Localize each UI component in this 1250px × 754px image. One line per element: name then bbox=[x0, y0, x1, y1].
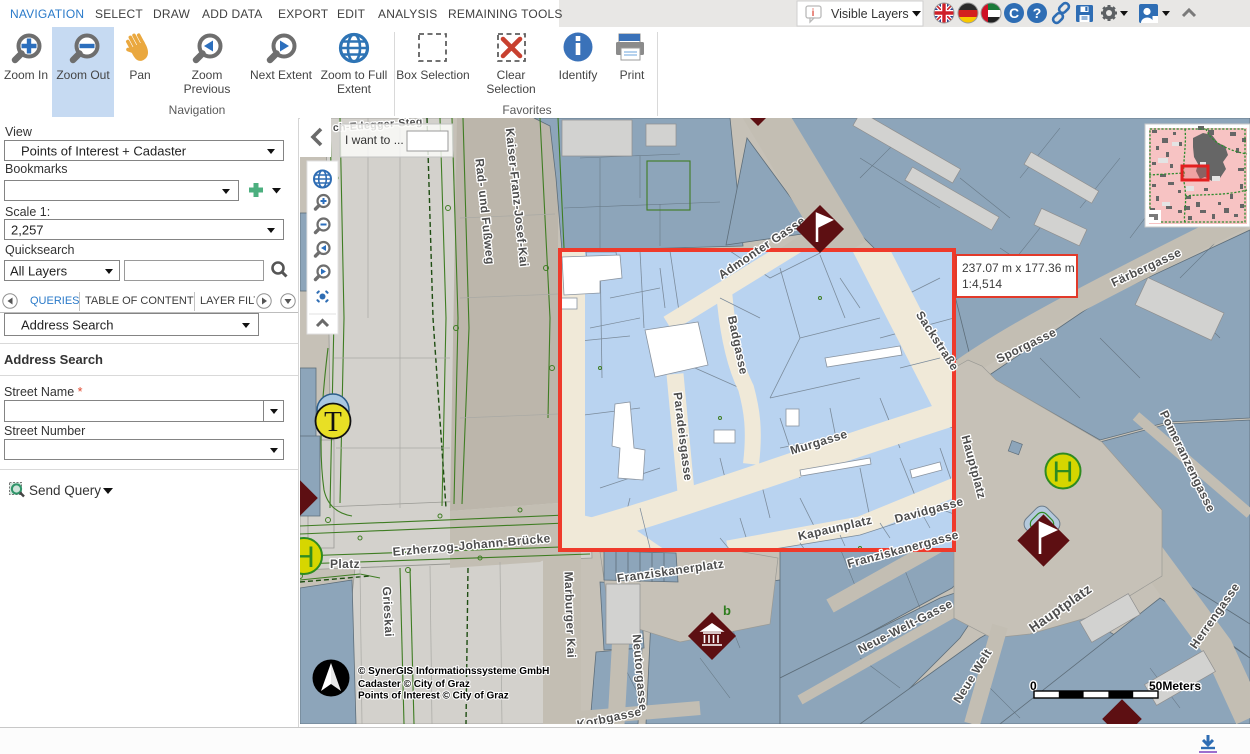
svg-text:T: T bbox=[324, 406, 342, 438]
svg-text:i: i bbox=[812, 8, 815, 19]
svg-text:Grieskai: Grieskai bbox=[380, 586, 397, 637]
svg-text:Platz: Platz bbox=[330, 557, 360, 571]
svg-text:1:4,514: 1:4,514 bbox=[962, 277, 1002, 291]
svg-text:Points of Interest © City of G: Points of Interest © City of Graz bbox=[358, 691, 509, 702]
svg-text:H: H bbox=[300, 541, 315, 574]
svg-text:?: ? bbox=[1033, 5, 1042, 21]
svg-text:C: C bbox=[1009, 5, 1019, 21]
svg-text:Cadaster © City of Graz: Cadaster © City of Graz bbox=[358, 679, 470, 690]
svg-text:237.07 m x 177.36 m: 237.07 m x 177.36 m bbox=[962, 261, 1075, 275]
svg-text:I want to ...: I want to ... bbox=[345, 133, 404, 147]
svg-text:Visible Layers: Visible Layers bbox=[831, 7, 909, 21]
svg-text:© SynerGIS Informationssysteme: © SynerGIS Informationssysteme GmbH bbox=[358, 666, 549, 677]
svg-text:b: b bbox=[723, 603, 731, 618]
svg-text:H: H bbox=[1053, 457, 1074, 489]
